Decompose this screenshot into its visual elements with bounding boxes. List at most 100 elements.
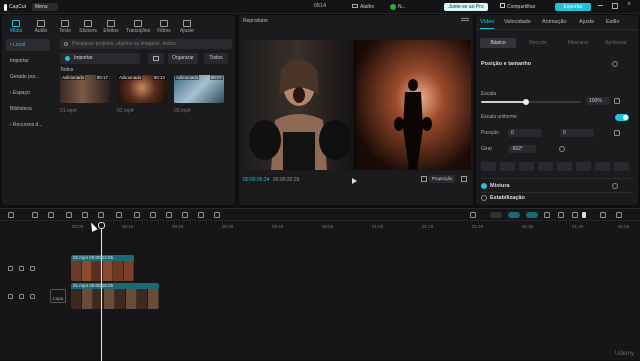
- audio-mute-icon[interactable]: [30, 266, 35, 271]
- keyframe-icon[interactable]: [614, 130, 620, 136]
- resize-icon[interactable]: [214, 212, 220, 218]
- play-icon[interactable]: [352, 178, 357, 184]
- media-clip[interactable]: Adicionado 00:07 03.mp4: [174, 75, 224, 127]
- filter-button[interactable]: Todos: [204, 53, 228, 64]
- media-clip[interactable]: Adicionado 00:17 01.mp4: [60, 75, 110, 127]
- tab-video[interactable]: Vídeo: [480, 19, 494, 25]
- sidebar-item-local[interactable]: • Local: [6, 39, 50, 51]
- tool-media[interactable]: Mídia: [6, 18, 26, 36]
- rotate-icon[interactable]: [559, 146, 565, 152]
- sort-button[interactable]: Organizar: [168, 53, 198, 64]
- fit-timeline-icon[interactable]: [616, 212, 622, 218]
- minimize-icon[interactable]: [598, 5, 603, 6]
- search-input[interactable]: Pesquisar projetos, objetos ou imagens, …: [60, 39, 232, 49]
- import-button[interactable]: Importar: [60, 53, 140, 64]
- undo-icon[interactable]: [32, 212, 38, 218]
- timeline-clip-overlay[interactable]: 02.mp4 00:00:12:05: [71, 255, 134, 281]
- mic-icon[interactable]: [470, 212, 476, 218]
- mix-check-icon[interactable]: [481, 183, 487, 189]
- align-h-icon[interactable]: [595, 162, 610, 171]
- tool-stickers[interactable]: Stickers: [78, 18, 98, 36]
- tool-audio[interactable]: Áudio: [31, 18, 51, 36]
- user-account[interactable]: N...: [390, 3, 406, 11]
- tab-speed[interactable]: Velocidade: [504, 19, 531, 25]
- tool-filters[interactable]: Filtros: [154, 18, 174, 36]
- audio-mute-icon[interactable]: [30, 294, 35, 299]
- shortcuts-button[interactable]: Atalho: [352, 3, 374, 11]
- magnet-icon[interactable]: [544, 212, 550, 218]
- delete-icon[interactable]: [116, 212, 122, 218]
- subtab-enhance[interactable]: Aprimorar: [598, 38, 634, 48]
- uniform-scale-toggle[interactable]: [615, 114, 629, 121]
- snap-toggle[interactable]: [490, 212, 502, 218]
- maximize-icon[interactable]: [612, 3, 618, 9]
- stabilize-check-icon[interactable]: [481, 195, 487, 201]
- link-toggle[interactable]: [508, 212, 520, 218]
- scale-slider-knob[interactable]: [523, 99, 529, 105]
- align-bottom-icon[interactable]: [576, 162, 591, 171]
- crop-icon[interactable]: [198, 212, 204, 218]
- reverse-icon[interactable]: [150, 212, 156, 218]
- caption-icon[interactable]: [558, 212, 564, 218]
- menu-icon[interactable]: [461, 18, 469, 21]
- tab-animation[interactable]: Animação: [542, 19, 566, 25]
- tool-adjust[interactable]: Ajuste: [177, 18, 197, 36]
- position-section-title[interactable]: Posição e tamanho: [481, 61, 531, 67]
- align-v-icon[interactable]: [614, 162, 629, 171]
- media-clip[interactable]: Adicionado 00:13 02.mp4: [117, 75, 167, 127]
- timeline-clip-main[interactable]: 01.mp4 00:00:16:25: [71, 283, 159, 309]
- lock-icon[interactable]: [8, 266, 13, 271]
- redo-icon[interactable]: [48, 212, 54, 218]
- align-top-icon[interactable]: [538, 162, 553, 171]
- eye-icon[interactable]: [19, 266, 24, 271]
- mirror-icon[interactable]: [166, 212, 172, 218]
- align-right-icon[interactable]: [519, 162, 534, 171]
- tool-text[interactable]: Texto: [55, 18, 75, 36]
- align-middle-icon[interactable]: [557, 162, 572, 171]
- subtab-mask[interactable]: Mascarar: [560, 38, 596, 48]
- preview-axis-toggle[interactable]: [526, 212, 538, 218]
- export-button[interactable]: Exportar: [555, 3, 591, 11]
- tool-effects[interactable]: Efeitos: [101, 18, 121, 36]
- fit-icon[interactable]: [421, 176, 427, 182]
- subtab-crop[interactable]: Recorte: [520, 38, 556, 48]
- sidebar-item-library[interactable]: Biblioteca: [6, 103, 50, 115]
- subtab-basic[interactable]: Básico: [480, 38, 516, 48]
- position-x-field[interactable]: 0: [508, 129, 542, 137]
- freeze-icon[interactable]: [134, 212, 140, 218]
- split-icon[interactable]: [66, 212, 72, 218]
- zoom-slider-knob[interactable]: [582, 212, 586, 218]
- zoom-in-icon[interactable]: [600, 212, 606, 218]
- rotate-tl-icon[interactable]: [182, 212, 188, 218]
- ratio-button[interactable]: Proporção: [429, 175, 455, 183]
- sidebar-item-resources[interactable]: › Recursos d...: [6, 119, 50, 131]
- rotate-value-field[interactable]: -902°: [508, 145, 536, 153]
- reset-icon[interactable]: [612, 61, 618, 67]
- split-right-icon[interactable]: [98, 212, 104, 218]
- menu-button[interactable]: Menu: [32, 3, 58, 11]
- split-left-icon[interactable]: [82, 212, 88, 218]
- tab-adjust[interactable]: Ajuste: [579, 19, 594, 25]
- sidebar-item-generated[interactable]: Gerado por...: [6, 71, 50, 83]
- playhead-handle[interactable]: [98, 222, 105, 229]
- keyframe-icon[interactable]: [614, 98, 620, 104]
- close-icon[interactable]: ×: [627, 1, 631, 8]
- align-left-icon[interactable]: [481, 162, 496, 171]
- sidebar-item-space[interactable]: › Espaço: [6, 87, 50, 99]
- fullscreen-icon[interactable]: [461, 176, 467, 182]
- stabilize-section-title[interactable]: Estabilização: [490, 195, 525, 201]
- tool-transitions[interactable]: Transições: [126, 18, 150, 36]
- reset-icon[interactable]: [612, 183, 618, 189]
- alignment-buttons[interactable]: [481, 162, 629, 171]
- zoom-out-icon[interactable]: [572, 212, 578, 218]
- scale-value-field[interactable]: 100%: [586, 97, 610, 105]
- eye-icon[interactable]: [19, 294, 24, 299]
- join-pro-button[interactable]: Junte-se ao Pro: [444, 3, 488, 11]
- view-mode-button[interactable]: [148, 53, 164, 64]
- share-button[interactable]: Compartilhar: [500, 3, 536, 11]
- position-y-field[interactable]: 0: [560, 129, 594, 137]
- lock-icon[interactable]: [8, 294, 13, 299]
- playhead[interactable]: [101, 222, 102, 361]
- mix-section-title[interactable]: Mistura: [490, 183, 510, 189]
- select-tool-icon[interactable]: [8, 212, 14, 218]
